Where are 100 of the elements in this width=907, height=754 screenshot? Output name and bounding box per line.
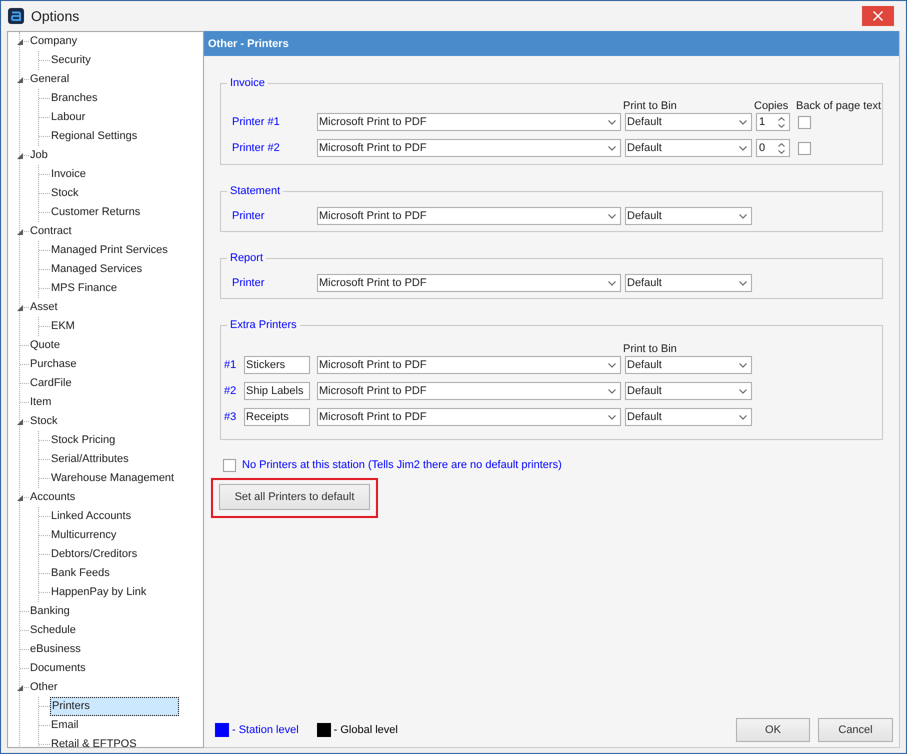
name-field[interactable]: Stickers: [244, 356, 310, 374]
tree-item[interactable]: General: [29, 70, 72, 89]
tree-item[interactable]: HappenPay by Link: [50, 583, 148, 602]
tree-item[interactable]: MPS Finance: [50, 279, 120, 298]
printer-dropdown[interactable]: Microsoft Print to PDF: [317, 382, 621, 400]
expander-icon[interactable]: [16, 418, 24, 426]
chevron-down-icon: [608, 280, 616, 286]
chevron-down-icon: [739, 280, 747, 286]
tree-item[interactable]: Warehouse Management: [50, 469, 176, 488]
chevron-down-icon: [739, 120, 747, 124]
tree-item[interactable]: Purchase: [29, 355, 78, 374]
tree-item[interactable]: Asset: [29, 298, 60, 317]
copies-field[interactable]: 0: [756, 139, 790, 157]
reset-button[interactable]: Set all Printers to default: [219, 484, 370, 510]
tree-item[interactable]: Customer Returns: [50, 203, 142, 222]
bin-dropdown[interactable]: Default: [625, 356, 752, 374]
printer-number: #3: [224, 411, 238, 423]
printer-dropdown[interactable]: Microsoft Print to PDF: [317, 207, 621, 225]
printer-dropdown[interactable]: Microsoft Print to PDF: [317, 356, 621, 374]
tree-item[interactable]: Multicurrency: [50, 526, 118, 545]
tree-item[interactable]: Banking: [29, 602, 72, 621]
chevron-down-icon: [608, 214, 616, 218]
tree-item[interactable]: Email: [50, 716, 81, 735]
group-title: Statement: [229, 185, 282, 198]
expander-icon[interactable]: [16, 684, 24, 692]
tree-item[interactable]: Managed Services: [50, 260, 144, 279]
checkbox[interactable]: [798, 116, 811, 128]
tree-item[interactable]: Debtors/Creditors: [50, 545, 140, 564]
legend-label: - Station level: [232, 724, 299, 736]
tree-item[interactable]: Regional Settings: [50, 127, 140, 146]
printer-dropdown[interactable]: Microsoft Print to PDF: [317, 408, 621, 426]
bin-dropdown[interactable]: Default: [625, 139, 752, 157]
expander-icon[interactable]: [16, 76, 24, 84]
bin-dropdown[interactable]: Default: [625, 207, 752, 225]
tree-item[interactable]: Documents: [29, 659, 88, 678]
tree-item[interactable]: Stock: [50, 184, 81, 203]
checkbox[interactable]: [798, 142, 811, 154]
printer-number: #1: [224, 359, 238, 371]
tree-item[interactable]: Invoice: [50, 165, 88, 184]
printer-dropdown[interactable]: Microsoft Print to PDF: [317, 139, 621, 157]
window-title: Options: [31, 8, 80, 24]
tree-item[interactable]: Printers: [50, 697, 179, 716]
tree-item[interactable]: Retail & EFTPOS: [50, 735, 139, 747]
tree-item[interactable]: Labour: [50, 108, 88, 127]
column-header: Print to Bin: [623, 342, 678, 354]
copies-field[interactable]: 1: [756, 113, 790, 131]
tree-item[interactable]: Security: [50, 51, 93, 70]
tree-item[interactable]: Schedule: [29, 621, 78, 640]
tree-item[interactable]: eBusiness: [29, 640, 83, 659]
tree-item[interactable]: Other: [29, 678, 60, 697]
tree-item[interactable]: Company: [29, 32, 80, 51]
tree-item[interactable]: Stock: [29, 412, 60, 431]
tree-item[interactable]: Managed Print Services: [50, 241, 170, 260]
dialog-button[interactable]: OK: [736, 718, 810, 742]
chevron-down-icon: [608, 362, 616, 368]
expander-icon[interactable]: [16, 152, 24, 160]
tree-item[interactable]: Serial/Attributes: [50, 450, 131, 469]
tree-item[interactable]: Branches: [50, 89, 100, 108]
printer-dropdown[interactable]: Microsoft Print to PDF: [317, 274, 621, 292]
expander-icon[interactable]: [16, 494, 24, 502]
printer-label: Printer #1: [232, 116, 281, 128]
tree-item[interactable]: Quote: [29, 336, 62, 355]
chevron-down-icon: [608, 388, 616, 394]
tree-item[interactable]: Item: [29, 393, 54, 412]
dialog-button[interactable]: Cancel: [818, 718, 893, 742]
checkbox[interactable]: [223, 458, 236, 472]
checkbox-label[interactable]: No Printers at this station (Tells Jim2 there are no default printers): [242, 459, 562, 471]
close-button[interactable]: [862, 6, 894, 26]
column-header: Print to Bin: [623, 100, 678, 112]
printer-number: #2: [224, 385, 238, 397]
tree-item[interactable]: CardFile: [29, 374, 74, 393]
printer-dropdown[interactable]: Microsoft Print to PDF: [317, 113, 621, 131]
legend-label: - Global level: [334, 724, 398, 736]
bin-dropdown[interactable]: Default: [625, 382, 752, 400]
tree-item[interactable]: Contract: [29, 222, 74, 241]
column-header: Back of page text: [796, 100, 881, 112]
tree-item[interactable]: EKM: [50, 317, 77, 336]
spinner-arrows-icon[interactable]: [778, 142, 785, 154]
name-field[interactable]: Ship Labels: [244, 382, 310, 400]
tree-item[interactable]: Linked Accounts: [50, 507, 134, 526]
chevron-down-icon: [608, 414, 616, 420]
bin-dropdown[interactable]: Default: [625, 274, 752, 292]
tree-item[interactable]: Bank Feeds: [50, 564, 112, 583]
expander-icon[interactable]: [16, 228, 24, 236]
column-header: Copies: [754, 100, 790, 112]
tree-item[interactable]: Accounts: [29, 488, 78, 507]
group-title: Invoice: [229, 77, 266, 90]
bin-dropdown[interactable]: Default: [625, 408, 752, 426]
name-field[interactable]: Receipts: [244, 408, 310, 426]
group-title: Extra Printers: [229, 319, 298, 332]
bin-dropdown[interactable]: Default: [625, 113, 752, 131]
chevron-down-icon: [739, 362, 747, 368]
expander-icon[interactable]: [16, 38, 24, 46]
printer-label: Printer: [232, 277, 266, 289]
expander-icon[interactable]: [16, 304, 24, 312]
spinner-arrows-icon[interactable]: [778, 116, 785, 128]
tree-item[interactable]: Stock Pricing: [50, 431, 118, 450]
panel-title: Other - Printers: [208, 38, 289, 50]
chevron-down-icon: [739, 214, 747, 218]
tree-item[interactable]: Job: [29, 146, 50, 165]
